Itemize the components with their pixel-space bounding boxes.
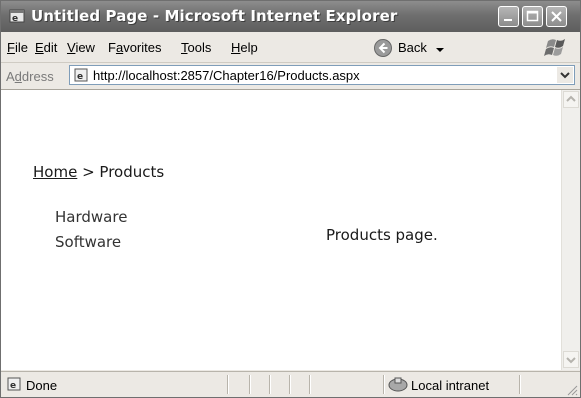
status-panel-divider [519,375,521,394]
status-panel-divider [309,375,311,394]
close-button[interactable] [546,6,567,27]
status-panel-divider [289,375,291,394]
ie-icon: e [9,8,25,24]
browser-window: e Untitled Page - Microsoft Internet Exp… [0,0,581,398]
windows-flag-icon [539,35,573,59]
back-button[interactable]: Back [371,36,449,60]
page-done-icon: e [7,377,21,391]
menu-file[interactable]: File [7,40,28,55]
address-bar: Address e http://localhost:2857/Chapter1… [1,63,580,90]
menu-edit[interactable]: Edit [35,40,57,55]
svg-text:e: e [10,381,16,391]
status-bar: e Done Local intranet [1,371,580,397]
scroll-down-button[interactable] [563,351,579,368]
menu-tools[interactable]: Tools [181,40,211,55]
page-message: Products page. [326,226,438,244]
menu-view[interactable]: View [67,40,95,55]
status-panel-divider [249,375,251,394]
nav-item-hardware[interactable]: Hardware [55,208,127,226]
menu-bar: File Edit View Favorites Tools Help » [1,32,580,93]
address-dropdown-button[interactable] [557,67,573,83]
page-content: Home > Products Hardware Software Produc… [1,90,561,370]
page-icon: e [74,68,88,82]
breadcrumb-separator: > [77,163,100,181]
address-url: http://localhost:2857/Chapter16/Products… [93,68,360,83]
security-zone-text: Local intranet [411,378,490,393]
nav-item-software[interactable]: Software [55,233,121,251]
dropdown-arrow-icon[interactable] [435,46,445,54]
intranet-zone-icon [388,377,408,392]
breadcrumb-home-link[interactable]: Home [33,163,77,181]
resize-grip-icon[interactable] [566,384,578,396]
address-input[interactable]: e http://localhost:2857/Chapter16/Produc… [69,65,575,85]
back-arrow-icon [374,39,392,57]
address-label: Address [6,69,54,84]
status-text: Done [26,378,58,393]
scroll-up-button[interactable] [563,91,579,108]
menu-favorites[interactable]: Favorites [108,40,161,55]
window-title: Untitled Page - Microsoft Internet Explo… [31,7,398,25]
status-panel-divider [227,375,229,394]
back-label: Back [398,40,427,55]
vertical-scrollbar[interactable] [561,90,580,370]
status-panel-divider [269,375,271,394]
maximize-button[interactable] [522,6,543,27]
menu-help[interactable]: Help [231,40,258,55]
breadcrumb: Home > Products [33,163,164,181]
title-bar[interactable]: e Untitled Page - Microsoft Internet Exp… [1,1,580,32]
svg-text:e: e [12,14,18,24]
status-panel-divider [383,375,385,394]
breadcrumb-current: Products [99,163,165,181]
minimize-button[interactable] [498,6,519,27]
svg-text:e: e [77,72,83,82]
